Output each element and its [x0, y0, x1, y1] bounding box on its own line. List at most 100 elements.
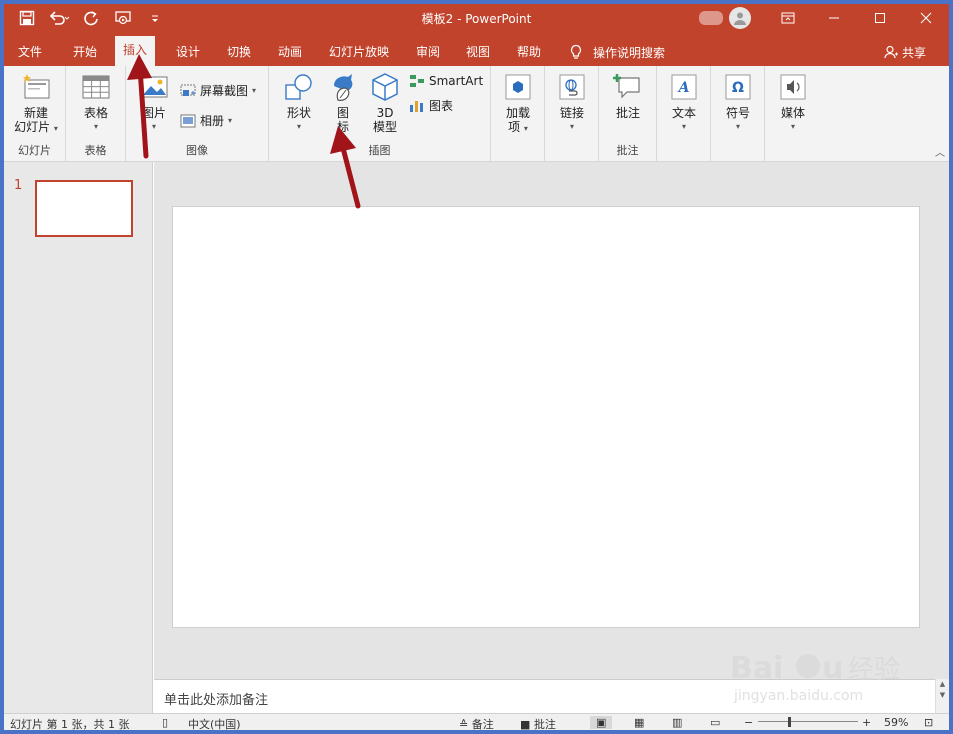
account-area[interactable] — [699, 7, 751, 29]
addins-button[interactable]: 加载 项 ▾ — [498, 70, 538, 136]
symbols-label: 符号 — [725, 106, 750, 120]
slide-canvas[interactable] — [172, 206, 920, 628]
table-label: 表格 — [83, 106, 108, 120]
chevron-down-icon: ▾ — [569, 122, 574, 131]
chevron-down-icon: ▾ — [523, 124, 528, 133]
text-label: 文本 — [671, 106, 696, 120]
screenshot-label: 屏幕截图 — [200, 84, 249, 98]
zoom-in-icon[interactable]: + — [862, 716, 871, 729]
scroll-up-icon[interactable]: ▲ — [936, 679, 949, 690]
spellcheck-icon[interactable]: ▯ — [162, 716, 168, 729]
notes-toggle-label: 备注 — [471, 718, 494, 730]
slideshow-view-icon[interactable]: ▭ — [710, 716, 720, 729]
minimize-button[interactable] — [811, 4, 857, 32]
group-label-comments: 批注 — [616, 144, 639, 157]
avatar[interactable] — [729, 7, 751, 29]
smartart-label: SmartArt — [429, 74, 484, 88]
slide-count-status: 幻灯片 第 1 张，共 1 张 — [10, 718, 130, 730]
zoom-slider-thumb[interactable] — [788, 717, 791, 727]
chevron-down-icon: ▾ — [93, 122, 98, 131]
table-button[interactable]: 表格 ▾ — [74, 70, 118, 134]
links-button[interactable]: 链接 ▾ — [552, 70, 592, 134]
tab-home[interactable]: 开始 — [65, 38, 105, 66]
fit-to-window-icon[interactable]: ⊡ — [924, 716, 933, 729]
annotation-arrow-icons-button — [330, 126, 361, 209]
ribbon-display-options-button[interactable] — [765, 4, 811, 32]
chevron-down-icon: ▾ — [252, 86, 257, 95]
slide-thumbnail-pane: 1 — [4, 162, 153, 718]
chart-icon — [410, 100, 423, 112]
speaker-icon — [776, 70, 810, 104]
screenshot-icon — [180, 84, 196, 96]
reading-view-icon[interactable]: ▥ — [672, 716, 682, 729]
shapes-button[interactable]: 形状 ▾ — [279, 70, 319, 134]
chart-button[interactable]: 图表 — [409, 97, 453, 114]
smartart-button[interactable]: SmartArt — [409, 74, 483, 88]
group-slides: 新建 幻灯片 ▾ 幻灯片 — [4, 66, 66, 162]
symbols-button[interactable]: Ω 符号 ▾ — [718, 70, 758, 134]
scroll-down-icon[interactable]: ▼ — [936, 690, 949, 701]
cube-icon — [368, 70, 402, 104]
3d-models-button[interactable]: 3D 模型 — [365, 70, 405, 134]
comments-toggle-label: 批注 — [533, 718, 556, 730]
photo-album-icon — [180, 114, 196, 127]
notes-placeholder: 单击此处添加备注 — [164, 693, 269, 708]
new-slide-button[interactable]: 新建 幻灯片 ▾ — [8, 70, 64, 136]
vertical-scrollbar[interactable]: ▲ ▼ — [935, 679, 949, 713]
chevron-down-icon: ▾ — [790, 122, 795, 131]
close-button[interactable] — [903, 4, 949, 32]
comment-icon — [611, 70, 645, 104]
group-addins: 加载 项 ▾ — [491, 66, 545, 162]
text-button[interactable]: A 文本 ▾ — [664, 70, 704, 134]
chevron-down-icon: ▾ — [681, 122, 686, 131]
media-button[interactable]: 媒体 ▾ — [773, 70, 813, 134]
icons-label-1: 图 — [336, 106, 349, 120]
tab-view[interactable]: 视图 — [458, 38, 498, 66]
group-text: A 文本 ▾ — [657, 66, 711, 162]
zoom-out-icon[interactable]: − — [744, 716, 753, 729]
normal-view-icon[interactable]: ▣ — [590, 716, 613, 729]
group-links: 链接 ▾ — [545, 66, 599, 162]
slide-sorter-icon[interactable]: ▦ — [634, 716, 644, 729]
collapse-ribbon-icon[interactable]: ︿ — [935, 144, 945, 159]
status-bar: 幻灯片 第 1 张，共 1 张 ▯ 中文(中国) ≙ 备注 ■ 批注 ▣ ▦ ▥… — [4, 713, 949, 730]
screenshot-button[interactable]: 屏幕截图 ▾ — [180, 82, 256, 99]
tab-file[interactable]: 文件 — [10, 38, 50, 66]
chevron-down-icon: ▾ — [296, 122, 301, 131]
link-icon — [555, 70, 589, 104]
slide-number: 1 — [14, 178, 23, 193]
tab-animations[interactable]: 动画 — [270, 38, 310, 66]
links-label: 链接 — [559, 106, 584, 120]
share-label: 共享 — [902, 45, 927, 60]
user-name[interactable] — [699, 11, 723, 25]
group-illustrations: 形状 ▾ 图 标 3D 模型 SmartArt 图表 插图 — [269, 66, 491, 162]
group-label-illustrations: 插图 — [368, 144, 391, 157]
share-button[interactable]: 共享 — [884, 38, 926, 66]
chevron-down-icon: ▾ — [735, 122, 740, 131]
window-controls — [765, 4, 949, 32]
tell-me-search[interactable]: 操作说明搜索 — [569, 38, 665, 66]
new-slide-icon — [19, 70, 53, 104]
chart-label: 图表 — [429, 99, 454, 113]
tab-design[interactable]: 设计 — [168, 38, 208, 66]
tab-slideshow[interactable]: 幻灯片放映 — [321, 38, 397, 66]
notes-pane[interactable]: 单击此处添加备注 — [154, 679, 935, 713]
comment-button[interactable]: 批注 — [608, 70, 648, 120]
powerpoint-window: 模板2 - PowerPoint 文件 开始 插入 设计 切换 动画 幻灯片放映… — [4, 4, 949, 730]
photo-album-button[interactable]: 相册 ▾ — [180, 112, 232, 129]
maximize-button[interactable] — [857, 4, 903, 32]
text-icon: A — [667, 70, 701, 104]
tell-me-label: 操作说明搜索 — [593, 45, 666, 60]
tab-transitions[interactable]: 切换 — [219, 38, 259, 66]
slide-thumbnail[interactable] — [35, 180, 133, 237]
group-media: 媒体 ▾ — [765, 66, 821, 162]
group-label-slides: 幻灯片 — [18, 144, 51, 157]
tab-help[interactable]: 帮助 — [509, 38, 549, 66]
language-status[interactable]: 中文(中国) — [188, 716, 241, 730]
tab-review[interactable]: 审阅 — [408, 38, 448, 66]
zoom-slider[interactable] — [758, 721, 858, 722]
notes-toggle[interactable]: ≙ 备注 — [459, 716, 494, 730]
comments-toggle[interactable]: ■ 批注 — [520, 716, 556, 730]
table-icon — [79, 70, 113, 104]
zoom-level[interactable]: 59% — [884, 716, 908, 729]
